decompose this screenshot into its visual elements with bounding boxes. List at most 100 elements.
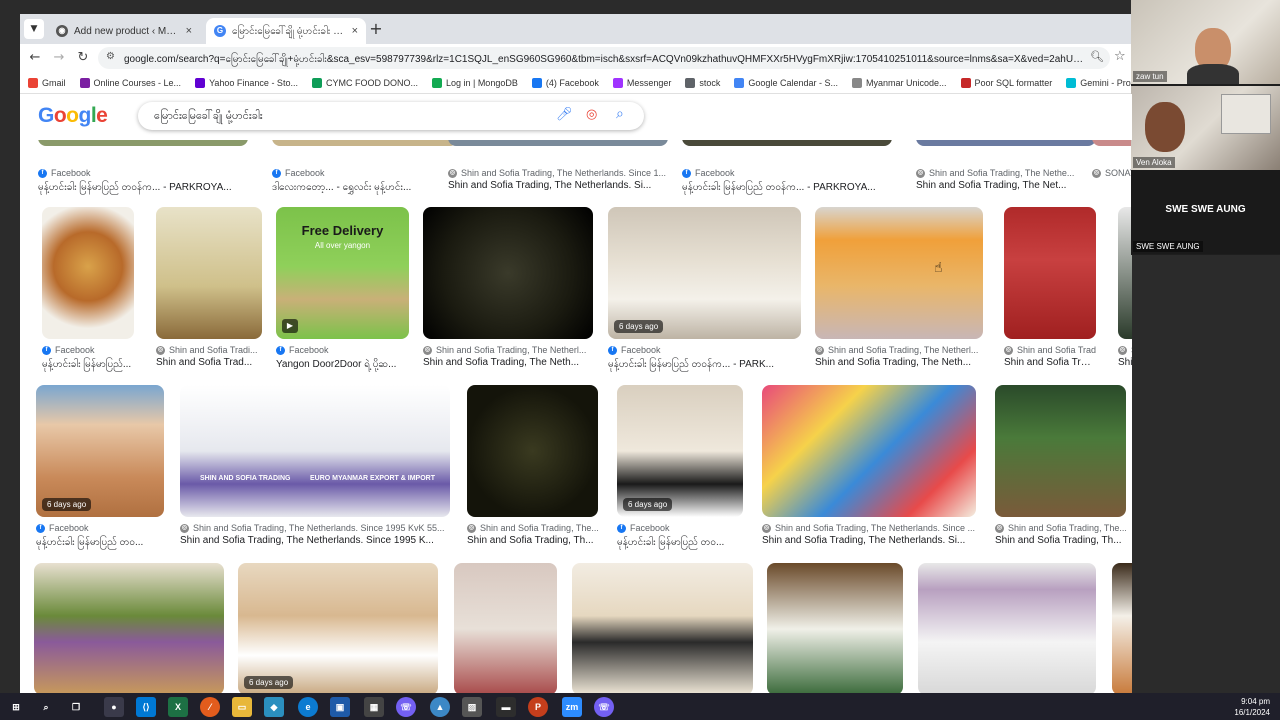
result-image[interactable] xyxy=(916,140,1096,146)
result-source[interactable]: ◎ Shin and Sofia Trading, The Netherl... xyxy=(423,345,593,355)
zoom-app-icon[interactable]: zm xyxy=(562,697,582,717)
result-source[interactable]: ◎ Shin and Sofia Trading, The Nethe... xyxy=(916,168,1096,178)
result-source[interactable]: f Facebook xyxy=(608,345,801,355)
result-image[interactable] xyxy=(1092,140,1132,146)
result-title[interactable]: မုန့်ဟင်းခါး မြန်မာပြည်... xyxy=(42,357,134,372)
bookmark-item[interactable]: Messenger xyxy=(612,77,671,88)
result-source[interactable]: f Facebook xyxy=(36,523,164,533)
result-title[interactable]: Shin and Sofia Trading, The Neth... xyxy=(815,357,983,368)
result-source[interactable]: ◎ Shin and Sofia Trading, The Netherl... xyxy=(1118,345,1132,355)
tab-google-search[interactable]: G မြောင်းမြေခေါ်ချို မုံ့ဟင်းခါး - Goog … xyxy=(206,18,366,44)
result-source[interactable]: ◎ Shin and Sofia Trading, The... xyxy=(467,523,598,533)
result-image[interactable] xyxy=(1004,207,1096,339)
bookmark-item[interactable]: Log in | MongoDB xyxy=(431,77,518,88)
result-title[interactable]: မုန့်ဟင်းခါး မြန်မာပြည် တဝ... xyxy=(617,535,743,550)
result-title[interactable]: Shin and Sofia Trading, The Net... xyxy=(916,180,1096,191)
site-info-icon[interactable]: ⚙ xyxy=(106,51,115,62)
result-image[interactable] xyxy=(42,207,134,339)
app-store-icon[interactable]: ▣ xyxy=(330,697,350,717)
result-source[interactable]: f Facebook xyxy=(682,168,892,178)
app-orange-icon[interactable]: ⁄ xyxy=(200,697,220,717)
result-source[interactable]: ◎ Shin and Sofia Trading, The Netherl... xyxy=(815,345,983,355)
result-image[interactable]: 6 days ago xyxy=(608,207,801,339)
result-title[interactable]: Shin and Sofia Trad... xyxy=(1004,357,1096,368)
tab-search-chevron-icon[interactable]: ▼ xyxy=(24,19,44,39)
result-image[interactable] xyxy=(272,140,458,146)
lens-camera-icon[interactable]: ◎ xyxy=(586,107,597,122)
result-image[interactable] xyxy=(767,563,903,693)
result-image[interactable]: Free Delivery All over yangon ▶ xyxy=(276,207,409,339)
bookmark-item[interactable]: (4) Facebook xyxy=(531,77,599,88)
result-source[interactable]: f Facebook xyxy=(38,168,248,178)
bookmark-item[interactable]: Gmail xyxy=(28,77,66,88)
result-image[interactable]: SHIN AND SOFIA TRADING EURO MYANMAR EXPOR… xyxy=(180,385,450,517)
tab-add-new-product[interactable]: ◉ Add new product ‹ Myanmar fo × xyxy=(48,18,200,44)
result-title[interactable]: မုန့်ဟင်းခါး မြန်မာပြည် တဝ... xyxy=(36,535,164,550)
result-image[interactable]: 6 days ago xyxy=(36,385,164,517)
result-image[interactable] xyxy=(918,563,1096,693)
result-source[interactable]: ◎ Shin and Sofia Tradi... xyxy=(156,345,262,355)
zoom-participant-tile[interactable]: SWE SWE AUNG SWE SWE AUNG xyxy=(1131,170,1280,254)
taskbar-clock[interactable]: 9:04 pm 16/1/2024 xyxy=(1234,696,1270,718)
microphone-icon[interactable]: 🎤︎ xyxy=(556,107,573,122)
result-image[interactable] xyxy=(1118,207,1132,339)
result-image[interactable] xyxy=(1112,563,1132,693)
result-title[interactable]: Shin and Sofia Trading, The Netherlands.… xyxy=(180,535,450,546)
result-source[interactable]: f Facebook xyxy=(276,345,409,355)
app-blue-icon[interactable]: ◆ xyxy=(264,697,284,717)
result-title[interactable]: Shin and Sofia Trad... xyxy=(156,357,262,368)
search-icon[interactable]: ⌕ xyxy=(36,697,56,717)
bookmark-item[interactable]: Gemini - Profile Sett... xyxy=(1066,77,1132,88)
search-box[interactable]: မြောင်းမြေခေါ်ချို မုံ့ဟင်းခါး 🎤︎ ◎ ⌕ xyxy=(138,102,644,130)
excel-icon[interactable]: X xyxy=(168,697,188,717)
forward-icon[interactable]: → xyxy=(50,49,68,67)
result-source[interactable]: ◎ Shin and Sofia Trading, The... xyxy=(995,523,1126,533)
result-title[interactable]: Shin and Sofia Trading, The Neth... xyxy=(1118,357,1132,368)
vscode-icon[interactable]: ⟨⟩ xyxy=(136,697,156,717)
viber-window-icon[interactable]: ☏ xyxy=(594,697,614,717)
tab-close-icon[interactable]: × xyxy=(186,25,192,37)
viber-icon[interactable]: ☏ xyxy=(396,697,416,717)
result-image[interactable] xyxy=(448,140,668,146)
search-icon[interactable]: ⌕ xyxy=(616,106,624,122)
bookmark-item[interactable]: Google Calendar - S... xyxy=(734,77,838,88)
result-source[interactable]: ◎ Shin and Sofia Tradi... xyxy=(1004,345,1096,355)
result-title[interactable]: Shin and Sofia Trading, Th... xyxy=(995,535,1126,546)
bookmark-item[interactable]: Poor SQL formatter xyxy=(960,77,1052,88)
zoom-participant-tile[interactable]: zaw tun xyxy=(1131,0,1280,84)
url-text[interactable]: google.com/search?q=မြောင်းမြေခေါ်ချို+မ… xyxy=(124,52,1084,67)
result-image[interactable] xyxy=(762,385,976,517)
tab-close-icon[interactable]: × xyxy=(352,25,358,37)
powerpoint-icon[interactable]: P xyxy=(528,697,548,717)
result-title[interactable]: Shin and Sofia Trading, The Neth... xyxy=(423,357,593,368)
result-image[interactable] xyxy=(815,207,983,339)
result-image[interactable] xyxy=(995,385,1126,517)
result-title[interactable]: Shin and Sofia Trading, The Netherlands.… xyxy=(448,180,668,191)
task-view-icon[interactable]: ❐ xyxy=(66,697,86,717)
search-input[interactable]: မြောင်းမြေခေါ်ချို မုံ့ဟင်းခါး xyxy=(154,109,263,125)
result-image[interactable] xyxy=(156,207,262,339)
bookmark-item[interactable]: Yahoo Finance - Sto... xyxy=(195,77,298,88)
windows-start-icon[interactable]: ⊞ xyxy=(6,697,26,717)
result-image[interactable]: 6 days ago xyxy=(238,563,438,693)
edge-icon[interactable]: e xyxy=(298,697,318,717)
result-image[interactable]: 6 days ago xyxy=(617,385,743,517)
result-title[interactable]: ဒါလေးကတော့... - ရွှေလင်း မုန့်ဟင်း... xyxy=(272,180,458,195)
zoom-magnifier-icon[interactable]: 🔍︎ xyxy=(1090,50,1104,63)
result-image[interactable] xyxy=(34,563,224,693)
back-icon[interactable]: ← xyxy=(26,49,44,67)
result-source[interactable]: ◎ Shin and Sofia Trading, The Netherlands… xyxy=(180,523,450,533)
result-source[interactable]: f Facebook xyxy=(272,168,458,178)
result-title[interactable]: မုန့်ဟင်းခါး မြန်မာပြည် တဝန်က... - PARKR… xyxy=(38,180,248,195)
new-tab-button[interactable]: + xyxy=(366,20,386,40)
result-image[interactable] xyxy=(423,207,593,339)
bookmark-item[interactable]: Myanmar Unicode... xyxy=(851,77,947,88)
app-compass-icon[interactable]: ▲ xyxy=(430,697,450,717)
bookmark-item[interactable]: CYMC FOOD DONO... xyxy=(311,77,418,88)
result-source[interactable]: ◎ Shin and Sofia Trading, The Netherlands… xyxy=(448,168,668,178)
result-image[interactable] xyxy=(682,140,892,146)
result-image[interactable] xyxy=(454,563,557,693)
result-source[interactable]: f Facebook xyxy=(42,345,134,355)
result-image[interactable] xyxy=(467,385,598,517)
result-source[interactable]: f Facebook xyxy=(617,523,743,533)
